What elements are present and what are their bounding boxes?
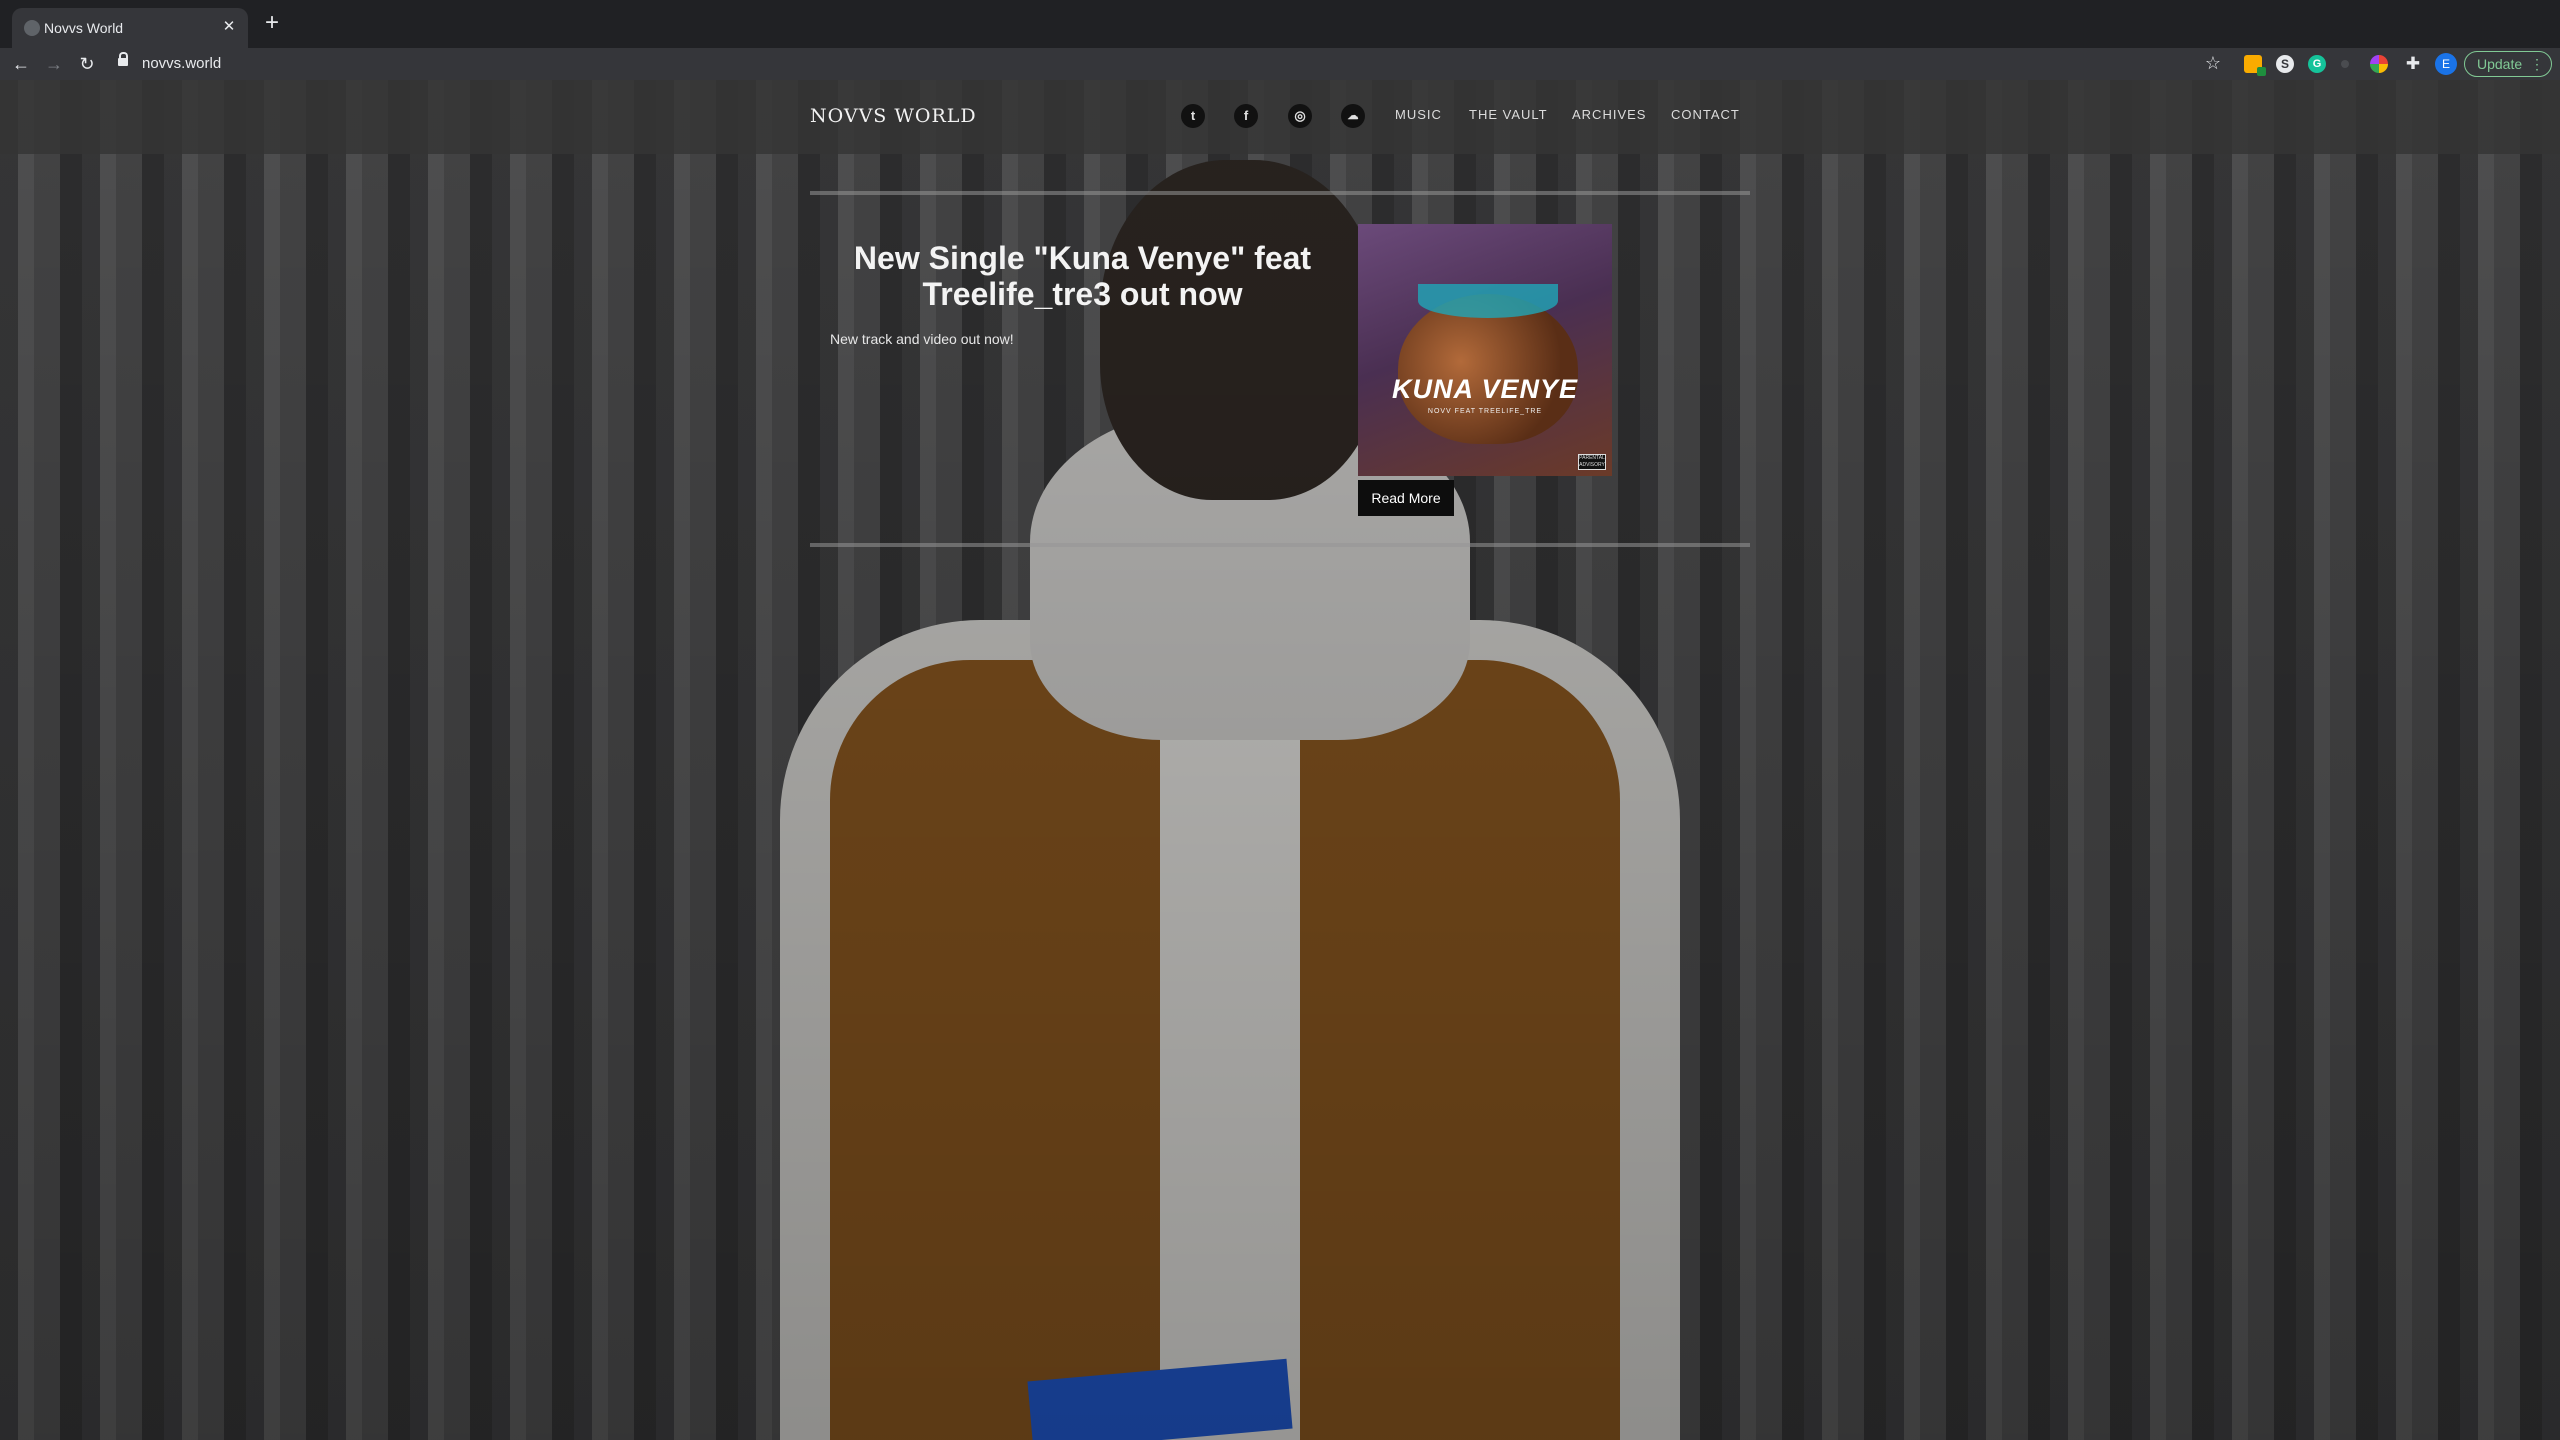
extensions-puzzle-icon[interactable]: ✚ [2404,55,2422,73]
post-title[interactable]: New Single "Kuna Venye" feat Treelife_tr… [830,240,1335,312]
color-picker-extension-icon[interactable] [2370,55,2388,73]
s-extension-icon[interactable]: S [2276,55,2294,73]
facebook-icon[interactable]: f [1234,104,1258,128]
divider [810,543,1750,547]
new-tab-icon[interactable]: + [260,11,284,36]
browser-tab[interactable]: Novvs World ✕ [12,8,248,48]
cover-subtitle: NOVV FEAT TREELIFE_TRE [1427,408,1543,415]
bookmark-star-icon[interactable]: ☆ [2202,52,2224,74]
post-excerpt: New track and video out now! [830,331,1014,347]
favicon-icon [24,20,40,36]
instagram-icon[interactable]: ◎ [1288,104,1312,128]
read-more-button[interactable]: Read More [1358,480,1454,516]
soundcloud-icon[interactable]: ☁ [1341,104,1365,128]
nav-link-music[interactable]: MUSIC [1395,106,1442,124]
menu-dots-icon: ⋮ [2530,56,2544,72]
site-title[interactable]: NOVVS WORLD [810,102,977,130]
browser-tabstrip: Novvs World ✕ + [0,0,2560,48]
site-header: NOVVS WORLD t f ◎ ☁ MUSIC THE VAULT ARCH… [0,80,2560,154]
profile-avatar[interactable]: E [2435,53,2457,75]
nav-link-the-vault[interactable]: THE VAULT [1469,106,1548,124]
divider [810,191,1750,195]
parental-advisory-label: PARENTAL ADVISORY [1578,454,1606,470]
update-button[interactable]: Update ⋮ [2464,51,2552,77]
page-viewport: NOVVS WORLD t f ◎ ☁ MUSIC THE VAULT ARCH… [0,80,2560,1440]
nav-link-contact[interactable]: CONTACT [1671,106,1740,124]
forward-icon[interactable]: → [43,53,65,75]
sticky-notes-extension-icon[interactable] [2244,55,2266,76]
lock-icon [118,52,128,66]
browser-toolbar: ← → ↻ novvs.world ☆ S G ✚ E Update ⋮ [0,48,2560,80]
album-cover-image[interactable]: KUNA VENYE NOVV FEAT TREELIFE_TRE PARENT… [1358,224,1612,476]
cover-title: KUNA VENYE [1391,374,1579,404]
nav-link-archives[interactable]: ARCHIVES [1572,106,1646,124]
close-icon[interactable]: ✕ [218,16,240,38]
update-label: Update [2477,56,2523,72]
hidden-extension-icon[interactable] [2341,60,2349,68]
tab-title: Novvs World [44,20,124,36]
back-icon[interactable]: ← [10,53,32,75]
grammarly-extension-icon[interactable]: G [2308,55,2326,73]
address-bar[interactable]: novvs.world [112,50,2224,78]
reload-icon[interactable]: ↻ [76,53,98,75]
url-text[interactable]: novvs.world [142,54,221,74]
twitter-icon[interactable]: t [1181,104,1205,128]
